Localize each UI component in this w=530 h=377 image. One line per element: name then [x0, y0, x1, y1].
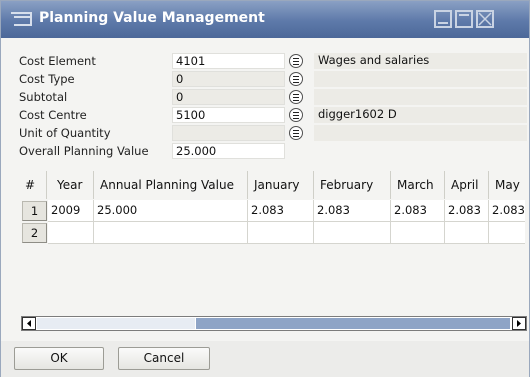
cell-annual-planning-value[interactable]: 25.000	[94, 200, 248, 222]
cell-january[interactable]: 2.083	[248, 200, 314, 222]
scroll-right-button[interactable]	[512, 317, 526, 330]
cell-february[interactable]: 2.083	[314, 200, 391, 222]
planning-app-icon	[11, 12, 32, 26]
cell-march[interactable]	[391, 222, 445, 244]
close-button[interactable]	[476, 10, 494, 28]
subtotal-label: Subtotal	[19, 90, 68, 104]
arrow-left-icon	[27, 320, 31, 327]
cost-type-label: Cost Type	[19, 72, 75, 86]
cost-centre-label: Cost Centre	[19, 108, 87, 122]
column-header-annual-planning-value[interactable]: Annual Planning Value	[94, 171, 248, 199]
field-row-cost-element: Cost Element 4101 Wages and salaries	[17, 53, 527, 70]
column-header-number[interactable]: #	[17, 171, 47, 199]
ok-button[interactable]: OK	[14, 347, 104, 370]
cost-centre-description: digger1602 D	[314, 107, 527, 123]
column-header-year[interactable]: Year	[47, 171, 94, 199]
column-header-january[interactable]: January	[248, 171, 314, 199]
cost-centre-choose-icon[interactable]	[289, 108, 303, 122]
cell-may[interactable]: 2.083	[489, 200, 525, 222]
unit-of-quantity-field[interactable]	[172, 125, 285, 141]
cell-may[interactable]	[489, 222, 525, 244]
row-header[interactable]: 1	[22, 201, 47, 221]
unit-of-quantity-label: Unit of Quantity	[19, 126, 111, 140]
cost-type-choose-icon[interactable]	[289, 72, 303, 86]
field-row-cost-centre: Cost Centre 5100 digger1602 D	[17, 107, 527, 124]
close-icon	[478, 12, 492, 26]
cost-type-field[interactable]: 0	[172, 71, 285, 87]
cost-element-label: Cost Element	[19, 54, 96, 68]
field-row-subtotal: Subtotal 0	[17, 89, 527, 106]
overall-planning-value-label: Overall Planning Value	[19, 144, 149, 158]
unit-of-quantity-choose-icon[interactable]	[289, 126, 303, 140]
subtotal-field[interactable]: 0	[172, 89, 285, 105]
subtotal-choose-icon[interactable]	[289, 90, 303, 104]
cell-annual-planning-value[interactable]	[94, 222, 248, 244]
cost-centre-field[interactable]: 5100	[172, 107, 285, 123]
column-header-march[interactable]: March	[391, 171, 445, 199]
column-header-may[interactable]: May	[489, 171, 525, 199]
minimize-button[interactable]	[434, 10, 452, 28]
cost-element-choose-icon[interactable]	[289, 54, 303, 68]
window-title: Planning Value Management	[39, 10, 265, 26]
cost-type-description	[314, 71, 527, 87]
planning-value-grid: # Year Annual Planning Value January Feb…	[17, 171, 525, 309]
cost-element-field[interactable]: 4101	[172, 53, 285, 69]
row-header[interactable]: 2	[22, 223, 47, 243]
arrow-right-icon	[517, 320, 521, 327]
field-row-unit-of-quantity: Unit of Quantity	[17, 125, 527, 142]
scroll-thumb[interactable]	[196, 318, 510, 329]
cell-march[interactable]: 2.083	[391, 200, 445, 222]
scroll-left-button[interactable]	[22, 317, 36, 330]
horizontal-scrollbar[interactable]	[21, 316, 527, 331]
cost-element-description: Wages and salaries	[314, 53, 527, 69]
unit-of-quantity-description	[314, 125, 527, 141]
planning-value-window: Planning Value Management Cost Element 4…	[0, 0, 530, 377]
field-row-overall-planning-value: Overall Planning Value 25.000	[17, 143, 527, 160]
footer-bar: OK Cancel	[1, 341, 529, 377]
cell-april[interactable]	[445, 222, 489, 244]
subtotal-description	[314, 89, 527, 105]
title-bar[interactable]: Planning Value Management	[1, 1, 529, 38]
column-header-february[interactable]: February	[314, 171, 391, 199]
field-row-cost-type: Cost Type 0	[17, 71, 527, 88]
column-header-april[interactable]: April	[445, 171, 489, 199]
overall-planning-value-field[interactable]: 25.000	[172, 143, 285, 159]
cell-year[interactable]: 2009	[48, 200, 94, 222]
cell-april[interactable]: 2.083	[445, 200, 489, 222]
cell-february[interactable]	[314, 222, 391, 244]
scroll-track[interactable]	[37, 318, 195, 329]
cell-year[interactable]	[48, 222, 94, 244]
cancel-button[interactable]: Cancel	[118, 347, 210, 370]
cell-january[interactable]	[248, 222, 314, 244]
maximize-button[interactable]	[455, 10, 473, 28]
